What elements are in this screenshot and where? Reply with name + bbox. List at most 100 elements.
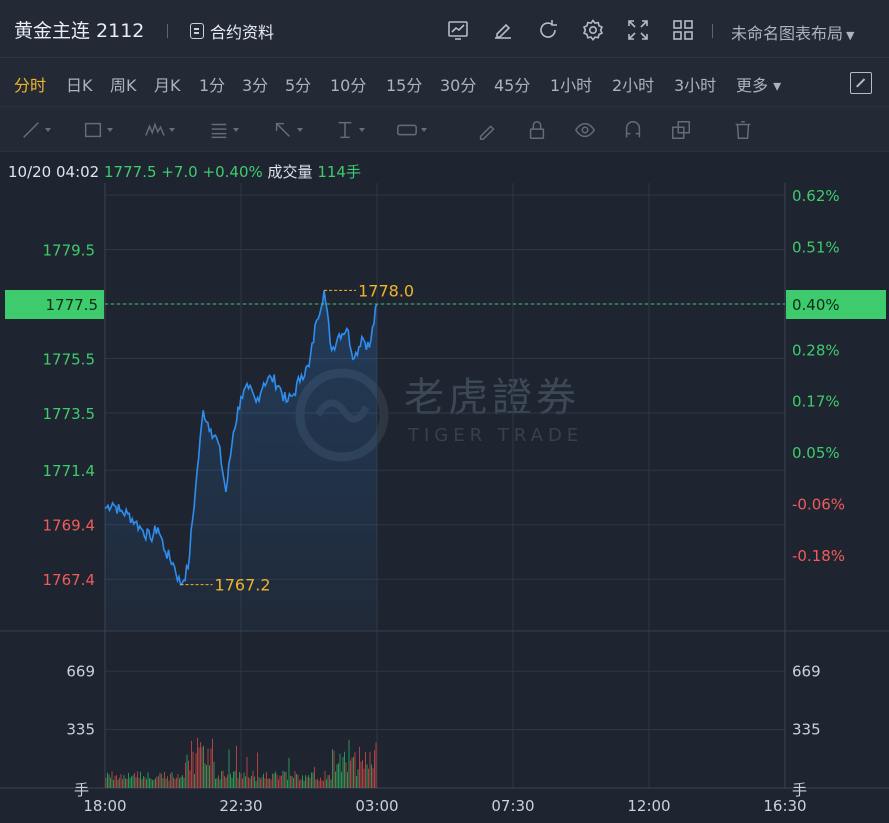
fibonacci-icon bbox=[211, 123, 227, 139]
time-tick-label: 18:00 bbox=[83, 797, 126, 815]
refresh-icon[interactable] bbox=[534, 16, 561, 43]
volume-tick-label-left: 335 bbox=[66, 721, 95, 739]
gear-icon[interactable] bbox=[579, 16, 606, 43]
arrow-icon bbox=[275, 122, 290, 137]
pct-tick-label: -0.18% bbox=[792, 547, 845, 565]
dropdown-icon bbox=[107, 128, 113, 132]
document-icon bbox=[190, 23, 204, 39]
pct-tick-label: 0.28% bbox=[792, 341, 840, 359]
copy-icon bbox=[672, 121, 690, 139]
volume-tick-label-left: 669 bbox=[66, 662, 95, 680]
pct-tick-label: 0.51% bbox=[792, 238, 840, 256]
period-tab[interactable]: 45分 bbox=[494, 72, 530, 96]
time-tick-label: 07:30 bbox=[491, 797, 534, 815]
period-tab[interactable]: 3分 bbox=[242, 72, 268, 96]
rectangle-tool[interactable] bbox=[82, 117, 118, 143]
low-marker-label: 1767.2 bbox=[215, 576, 271, 595]
period-tab[interactable]: 月K bbox=[154, 72, 181, 96]
fibonacci-tool[interactable] bbox=[208, 117, 244, 143]
time-tick-label: 12:00 bbox=[627, 797, 670, 815]
intraday-chart[interactable]: 老虎證券TIGER TRADE669 669335 335手 手1779.51775.… bbox=[0, 183, 889, 823]
edit-icon[interactable] bbox=[489, 16, 516, 43]
lock-icon bbox=[529, 121, 545, 139]
watermark-en: TIGER TRADE bbox=[407, 425, 583, 446]
fullscreen-icon[interactable] bbox=[624, 16, 651, 43]
contract-info-button[interactable]: 合约资料 bbox=[190, 19, 274, 43]
dropdown-icon bbox=[359, 128, 365, 132]
chart-settings-icon[interactable] bbox=[444, 16, 471, 43]
measure-icon bbox=[338, 121, 352, 139]
instrument-title[interactable]: 黄金主连 2112 bbox=[14, 16, 144, 43]
arrow-tool[interactable] bbox=[272, 117, 308, 143]
magnet-tool[interactable] bbox=[622, 117, 658, 143]
price-tick-label: 1769.4 bbox=[43, 517, 96, 535]
quote-change-pct: +0.40% bbox=[202, 163, 263, 181]
period-tab[interactable]: 1小时 bbox=[550, 72, 592, 96]
text-tool[interactable] bbox=[396, 117, 432, 143]
quote-datetime: 10/20 04:02 bbox=[8, 163, 100, 181]
quote-price: 1777.5 bbox=[104, 163, 157, 181]
quote-info-bar: 10/20 04:02 1777.5 +7.0 +0.40% 成交量 114手 bbox=[8, 161, 361, 182]
trash-icon bbox=[735, 121, 751, 139]
layout-dropdown[interactable]: 未命名图表布局 ▼ bbox=[731, 20, 854, 44]
dropdown-icon bbox=[421, 128, 427, 132]
magnet-icon bbox=[625, 121, 641, 138]
current-price-tag: 1777.5 bbox=[46, 296, 99, 314]
layout-label: 未命名图表布局 bbox=[731, 24, 844, 43]
period-tab[interactable]: 分时 bbox=[14, 72, 46, 96]
period-tab[interactable]: 周K bbox=[110, 72, 137, 96]
quote-change: +7.0 bbox=[161, 163, 198, 181]
header-divider bbox=[167, 24, 168, 38]
lock-tool[interactable] bbox=[526, 117, 562, 143]
pattern-tool[interactable] bbox=[144, 117, 180, 143]
period-tab[interactable]: 1分 bbox=[199, 72, 225, 96]
drawing-toolbar bbox=[0, 106, 889, 152]
chevron-down-icon: ▼ bbox=[846, 29, 855, 42]
pct-tick-label: 0.05% bbox=[792, 444, 840, 462]
volume-label: 成交量 bbox=[267, 163, 313, 181]
measure-tool[interactable] bbox=[334, 117, 370, 143]
period-tab[interactable]: 更多 ▾ bbox=[736, 72, 781, 96]
dropdown-icon bbox=[297, 128, 303, 132]
brush-icon bbox=[479, 125, 495, 140]
dropdown-icon bbox=[45, 128, 51, 132]
period-tab[interactable]: 2小时 bbox=[612, 72, 654, 96]
price-tick-label: 1767.4 bbox=[43, 571, 96, 589]
grid-icon[interactable] bbox=[669, 16, 696, 43]
visibility-tool[interactable] bbox=[574, 117, 610, 143]
high-marker-label: 1778.0 bbox=[358, 281, 414, 300]
current-pct-tag: 0.40% bbox=[792, 296, 840, 314]
period-tab[interactable]: 15分 bbox=[386, 72, 422, 96]
delete-tool[interactable] bbox=[732, 117, 768, 143]
period-tab[interactable]: 3小时 bbox=[674, 72, 716, 96]
volume-tick-label-right: 669 bbox=[792, 662, 821, 680]
contract-info-label: 合约资料 bbox=[210, 23, 275, 42]
trend-line-tool[interactable] bbox=[20, 117, 56, 143]
eye-icon bbox=[574, 122, 596, 138]
line-icon bbox=[23, 122, 39, 138]
header-tools bbox=[444, 16, 696, 43]
watermark-cn: 老虎證券 bbox=[404, 375, 580, 421]
period-tab[interactable]: 日K bbox=[66, 72, 93, 96]
period-tab[interactable]: 5分 bbox=[285, 72, 311, 96]
price-tick-label: 1779.5 bbox=[43, 242, 96, 260]
expand-icon[interactable] bbox=[850, 72, 872, 94]
dropdown-icon bbox=[169, 128, 175, 132]
period-tab[interactable]: 30分 bbox=[440, 72, 476, 96]
time-tick-label: 16:30 bbox=[763, 797, 806, 815]
pct-tick-label: 0.17% bbox=[792, 393, 840, 411]
volume-tick-label-right: 335 bbox=[792, 721, 821, 739]
period-tab[interactable]: 10分 bbox=[330, 72, 366, 96]
brush-tool[interactable] bbox=[476, 117, 512, 143]
copy-tool[interactable] bbox=[670, 117, 706, 143]
chart-header: 黄金主连 2112 合约资料 未命名图表布局 ▼ bbox=[0, 0, 889, 58]
volume-value: 114手 bbox=[317, 163, 361, 181]
wave-icon bbox=[145, 122, 165, 136]
header-divider bbox=[712, 24, 713, 38]
price-tick-label: 1771.4 bbox=[43, 462, 96, 480]
time-tick-label: 03:00 bbox=[355, 797, 398, 815]
pct-tick-label: -0.06% bbox=[792, 496, 845, 514]
rectangle-icon bbox=[84, 122, 102, 138]
dropdown-icon bbox=[233, 128, 239, 132]
time-tick-label: 22:30 bbox=[219, 797, 262, 815]
